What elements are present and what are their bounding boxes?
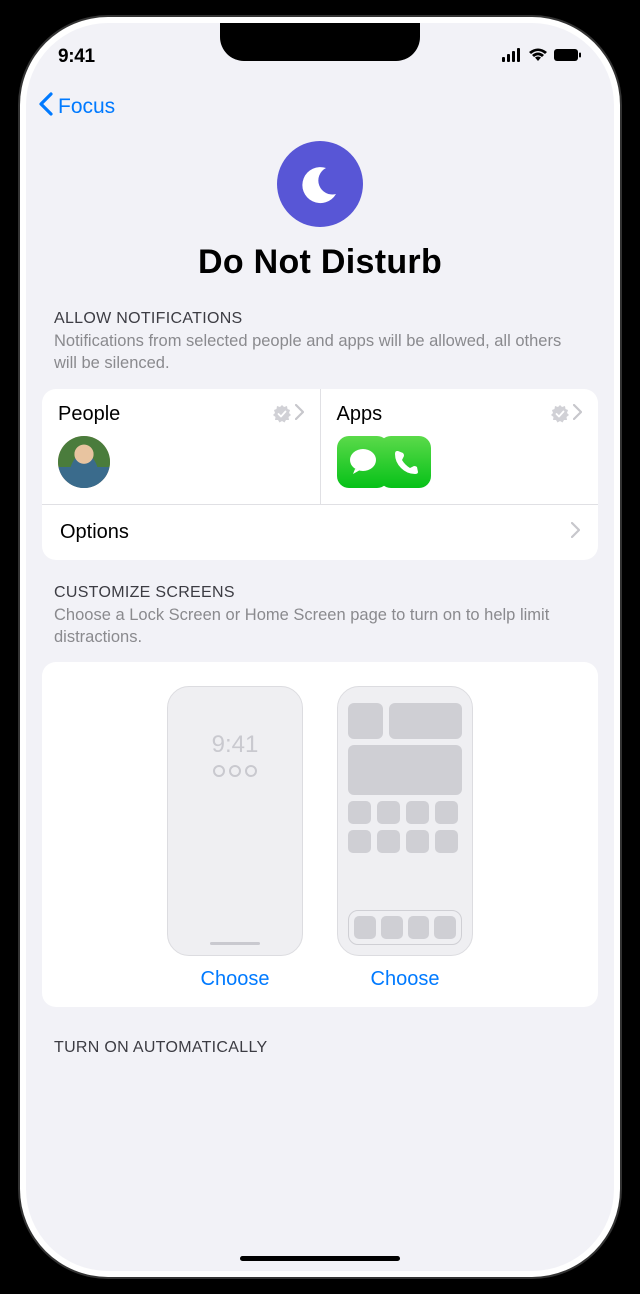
page-title: Do Not Disturb bbox=[26, 243, 614, 282]
wifi-icon bbox=[528, 48, 548, 67]
mini-time: 9:41 bbox=[212, 731, 259, 759]
auto-section-label: TURN ON AUTOMATICALLY bbox=[26, 1015, 614, 1057]
notch bbox=[220, 23, 420, 61]
cellular-icon bbox=[502, 48, 522, 67]
status-indicators bbox=[502, 48, 582, 67]
hero-section: Do Not Disturb bbox=[26, 131, 614, 310]
checkmark-seal-icon bbox=[551, 405, 569, 423]
status-time: 9:41 bbox=[58, 46, 95, 68]
apps-cell[interactable]: Apps bbox=[321, 389, 599, 504]
apps-label: Apps bbox=[337, 403, 383, 426]
screens-section-header: CUSTOMIZE SCREENS Choose a Lock Screen o… bbox=[26, 584, 614, 655]
battery-icon bbox=[554, 48, 582, 67]
mini-home-indicator bbox=[210, 942, 260, 945]
chevron-right-icon bbox=[295, 404, 304, 425]
screens-card: 9:41 Choose bbox=[42, 662, 598, 1007]
screens-label: CUSTOMIZE SCREENS bbox=[54, 584, 586, 602]
home-indicator[interactable] bbox=[240, 1256, 400, 1261]
options-label: Options bbox=[60, 521, 129, 544]
choose-home-button[interactable]: Choose bbox=[371, 968, 440, 991]
back-button[interactable]: Focus bbox=[58, 95, 115, 119]
content-scroll[interactable]: Focus Do Not Disturb ALLOW NOTIFICATIONS… bbox=[26, 23, 614, 1271]
allow-desc: Notifications from selected people and a… bbox=[54, 330, 586, 375]
checkmark-seal-icon bbox=[273, 405, 291, 423]
lock-screen-choice: 9:41 Choose bbox=[167, 686, 303, 991]
mini-dock bbox=[348, 910, 462, 945]
chevron-right-icon bbox=[573, 404, 582, 425]
allow-label: ALLOW NOTIFICATIONS bbox=[54, 310, 586, 328]
allowed-apps bbox=[337, 436, 583, 488]
contact-avatar bbox=[58, 436, 110, 488]
lock-screen-preview[interactable]: 9:41 bbox=[167, 686, 303, 956]
nav-bar: Focus bbox=[26, 83, 614, 131]
options-row[interactable]: Options bbox=[42, 504, 598, 560]
people-label: People bbox=[58, 403, 120, 426]
messages-app-icon bbox=[337, 436, 389, 488]
people-apps-row: People bbox=[42, 389, 598, 504]
moon-icon bbox=[277, 141, 363, 227]
chevron-right-icon bbox=[571, 522, 580, 543]
screen: 9:41 Focus bbox=[26, 23, 614, 1271]
screens-desc: Choose a Lock Screen or Home Screen page… bbox=[54, 604, 586, 649]
phone-frame: 9:41 Focus bbox=[20, 17, 620, 1277]
allow-section-header: ALLOW NOTIFICATIONS Notifications from s… bbox=[26, 310, 614, 381]
people-cell[interactable]: People bbox=[42, 389, 321, 504]
mini-widgets-row bbox=[213, 765, 257, 777]
home-screen-preview[interactable] bbox=[337, 686, 473, 956]
allow-card: People bbox=[42, 389, 598, 560]
choose-lock-button[interactable]: Choose bbox=[201, 968, 270, 991]
back-chevron-icon[interactable] bbox=[38, 91, 54, 123]
home-screen-choice: Choose bbox=[337, 686, 473, 991]
